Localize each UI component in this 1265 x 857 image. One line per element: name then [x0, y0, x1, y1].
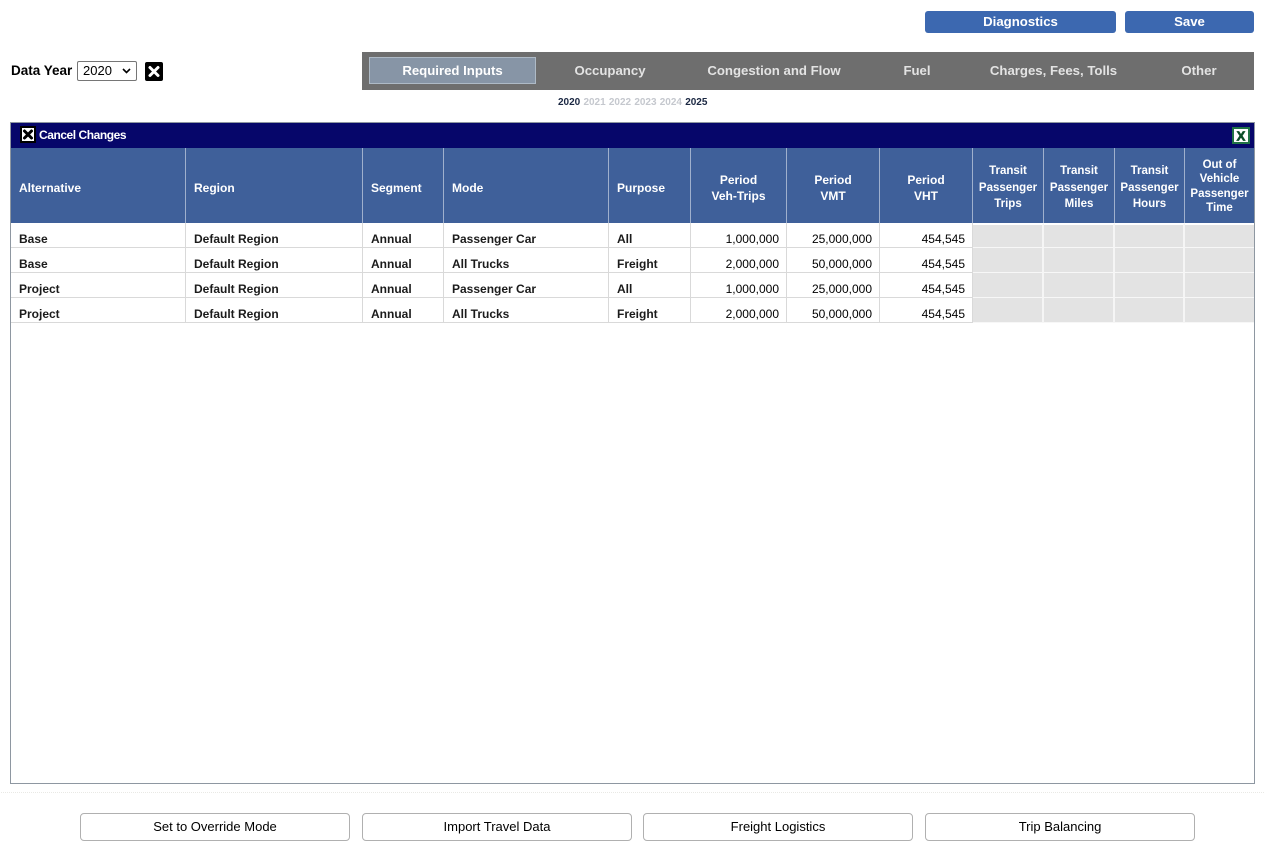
svg-text:X: X [1237, 129, 1246, 144]
